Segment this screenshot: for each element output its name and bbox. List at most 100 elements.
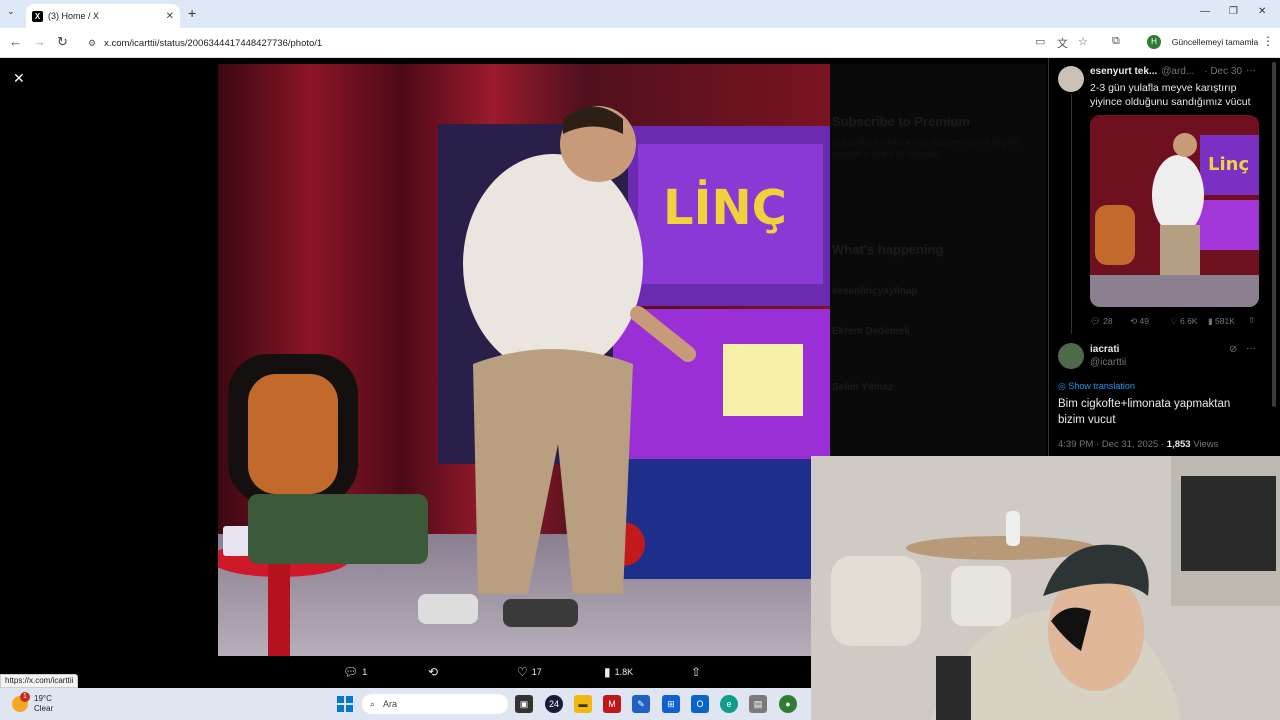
happening-title: What's happening (832, 242, 944, 257)
display-name[interactable]: iacrati (1090, 344, 1119, 355)
tweet-media[interactable]: Linç (1090, 115, 1259, 307)
views-label: Views (1190, 439, 1219, 450)
share-button[interactable]: ⇧ (691, 665, 701, 679)
views-count: 1.8K (614, 667, 634, 677)
tweet-meta: 4:39 PM · Dec 31, 2025 · 1,853 Views (1058, 439, 1218, 450)
edge-icon[interactable]: e (720, 695, 738, 713)
mcafee-icon[interactable]: M (603, 695, 621, 713)
translation-label: Show translation (1068, 381, 1135, 391)
update-button[interactable]: Güncellemeyi tamamla (1170, 33, 1260, 51)
browser-tab[interactable]: X (3) Home / X ✕ (26, 4, 180, 28)
close-icon[interactable]: ✕ (13, 70, 25, 87)
tweet-header: esenyurt tek... @ard... · Dec 30 (1090, 66, 1242, 77)
forward-icon[interactable]: → (33, 34, 46, 49)
like-count: 6.6K (1179, 316, 1198, 326)
like-stat[interactable]: ♡ 6.6K (1170, 316, 1197, 327)
background-sidebar: Subscribe to Premium Subscribe to unlock… (830, 64, 1046, 456)
editor-icon[interactable]: ✎ (632, 695, 650, 713)
address-bar[interactable]: ⚙ x.com/icarttii/status/2006344417448427… (80, 32, 1020, 54)
back-icon[interactable]: ← (9, 34, 22, 49)
handle[interactable]: @icarttii (1090, 357, 1126, 368)
post-photo[interactable]: LİNÇ (218, 64, 830, 656)
outlook-icon[interactable]: O (691, 695, 709, 713)
like-button[interactable]: ♡ 17 (517, 665, 542, 679)
tab-search-icon[interactable]: ⌄ (7, 6, 15, 17)
reload-icon[interactable]: ↻ (57, 34, 68, 50)
premium-title: Subscribe to Premium (832, 114, 970, 129)
retweet-button[interactable]: ⟲ (428, 665, 438, 679)
grok-icon[interactable]: ⊘ (1229, 344, 1237, 355)
views-icon: ▮ (604, 665, 611, 679)
reply-button[interactable]: 💬︎ 1 (343, 665, 367, 679)
file-explorer-icon[interactable]: ▬ (574, 695, 592, 713)
share-icon: ⇧ (691, 665, 702, 679)
webcam-scene (811, 456, 1280, 720)
store-icon[interactable]: ⊞ (662, 695, 680, 713)
photos-icon[interactable]: ▤ (749, 695, 767, 713)
like-count: 17 (531, 667, 542, 677)
windows-start-icon[interactable] (337, 696, 353, 712)
reply-count: 1 (362, 667, 368, 677)
show-translation-link[interactable]: ◎ Show translation (1058, 381, 1135, 392)
url-text: x.com/icarttii/status/200634441744842773… (104, 37, 323, 49)
scrollbar[interactable] (1272, 62, 1276, 407)
avatar[interactable] (1058, 343, 1084, 369)
trend-item: #esenlinçyayilnap (832, 286, 918, 297)
tweet-timestamp[interactable]: 4:39 PM · Dec 31, 2025 · (1058, 439, 1167, 450)
window-close-icon[interactable]: ✕ (1258, 6, 1266, 17)
bookmark-star-icon[interactable]: ☆ (1078, 35, 1088, 48)
retweet-count: 49 (1139, 316, 1149, 326)
avatar[interactable] (1058, 66, 1084, 92)
restore-icon[interactable]: ❐ (1229, 6, 1238, 17)
profile-avatar[interactable]: H (1147, 35, 1161, 49)
reply-icon: 💬︎ (343, 665, 359, 679)
trend-item: Selim Yılmaz (832, 382, 893, 393)
tweet-text: 2-3 gün yulafla meyve karıştırıp yiyince… (1090, 82, 1251, 108)
tab-close-icon[interactable]: ✕ (166, 11, 174, 22)
handle[interactable]: @ard... (1161, 66, 1194, 77)
search-icon: ⌕ (370, 698, 376, 709)
views-total: 1,853 (1166, 439, 1191, 450)
photo-scene: LİNÇ (218, 64, 830, 656)
more-icon[interactable]: ··· (1246, 65, 1256, 76)
site-info-icon[interactable]: ⚙ (88, 38, 96, 49)
app-24-icon[interactable]: 24 (545, 695, 563, 713)
chrome-icon[interactable]: ● (779, 695, 797, 713)
new-tab-button[interactable]: + (188, 5, 196, 21)
views-stat[interactable]: ▮ 581K (1208, 316, 1235, 327)
share-icon[interactable]: ⇧ (1248, 315, 1255, 326)
reply-stat[interactable]: 💬︎ 28 (1090, 316, 1113, 327)
notification-badge: 1 (20, 692, 30, 702)
tweet-text: Bim cigkofte+limonata yapmaktan bizim vu… (1058, 398, 1231, 426)
display-name[interactable]: esenyurt tek... (1090, 66, 1157, 77)
translate-icon[interactable]: 文 (1057, 35, 1068, 51)
task-view-icon[interactable]: ▣ (515, 695, 533, 713)
condition: Clear (34, 704, 54, 713)
browser-menu-icon[interactable]: ⋮ (1262, 34, 1274, 48)
x-favicon-icon: X (32, 10, 43, 22)
extensions-icon[interactable]: ⧉ (1112, 35, 1120, 48)
views-count: 581K (1215, 316, 1235, 326)
temperature: 19°C (34, 694, 52, 703)
reply-count: 28 (1103, 316, 1113, 326)
weather-text: 19°C Clear (34, 694, 53, 714)
minimize-icon[interactable]: — (1200, 6, 1210, 17)
status-url: https://x.com/icarttii (0, 674, 79, 688)
views-button[interactable]: ▮ 1.8K (604, 665, 633, 679)
tab-title: (3) Home / X (48, 11, 100, 21)
tweet-date[interactable]: · Dec 30 (1204, 66, 1242, 77)
svg-text:Linç: Linç (1208, 154, 1249, 175)
weather-widget[interactable]: 1 19°C Clear (12, 692, 53, 714)
retweet-icon: ⟲ (428, 665, 439, 679)
taskbar-search[interactable]: ⌕ Ara (362, 694, 508, 714)
weather-icon: 1 (12, 692, 30, 712)
media-thumbnail: Linç (1090, 115, 1259, 307)
retweet-stat[interactable]: ⟲ 49 (1130, 316, 1149, 327)
more-icon[interactable]: ··· (1246, 343, 1256, 354)
webcam-overlay (811, 456, 1280, 720)
trend-item: Ekrem Dedemek (832, 326, 910, 337)
heart-icon: ♡ (517, 665, 528, 679)
install-app-icon[interactable]: ▭ (1035, 35, 1045, 48)
premium-desc: Subscribe to unlock new features and if … (832, 137, 1023, 159)
search-placeholder: Ara (383, 699, 398, 709)
